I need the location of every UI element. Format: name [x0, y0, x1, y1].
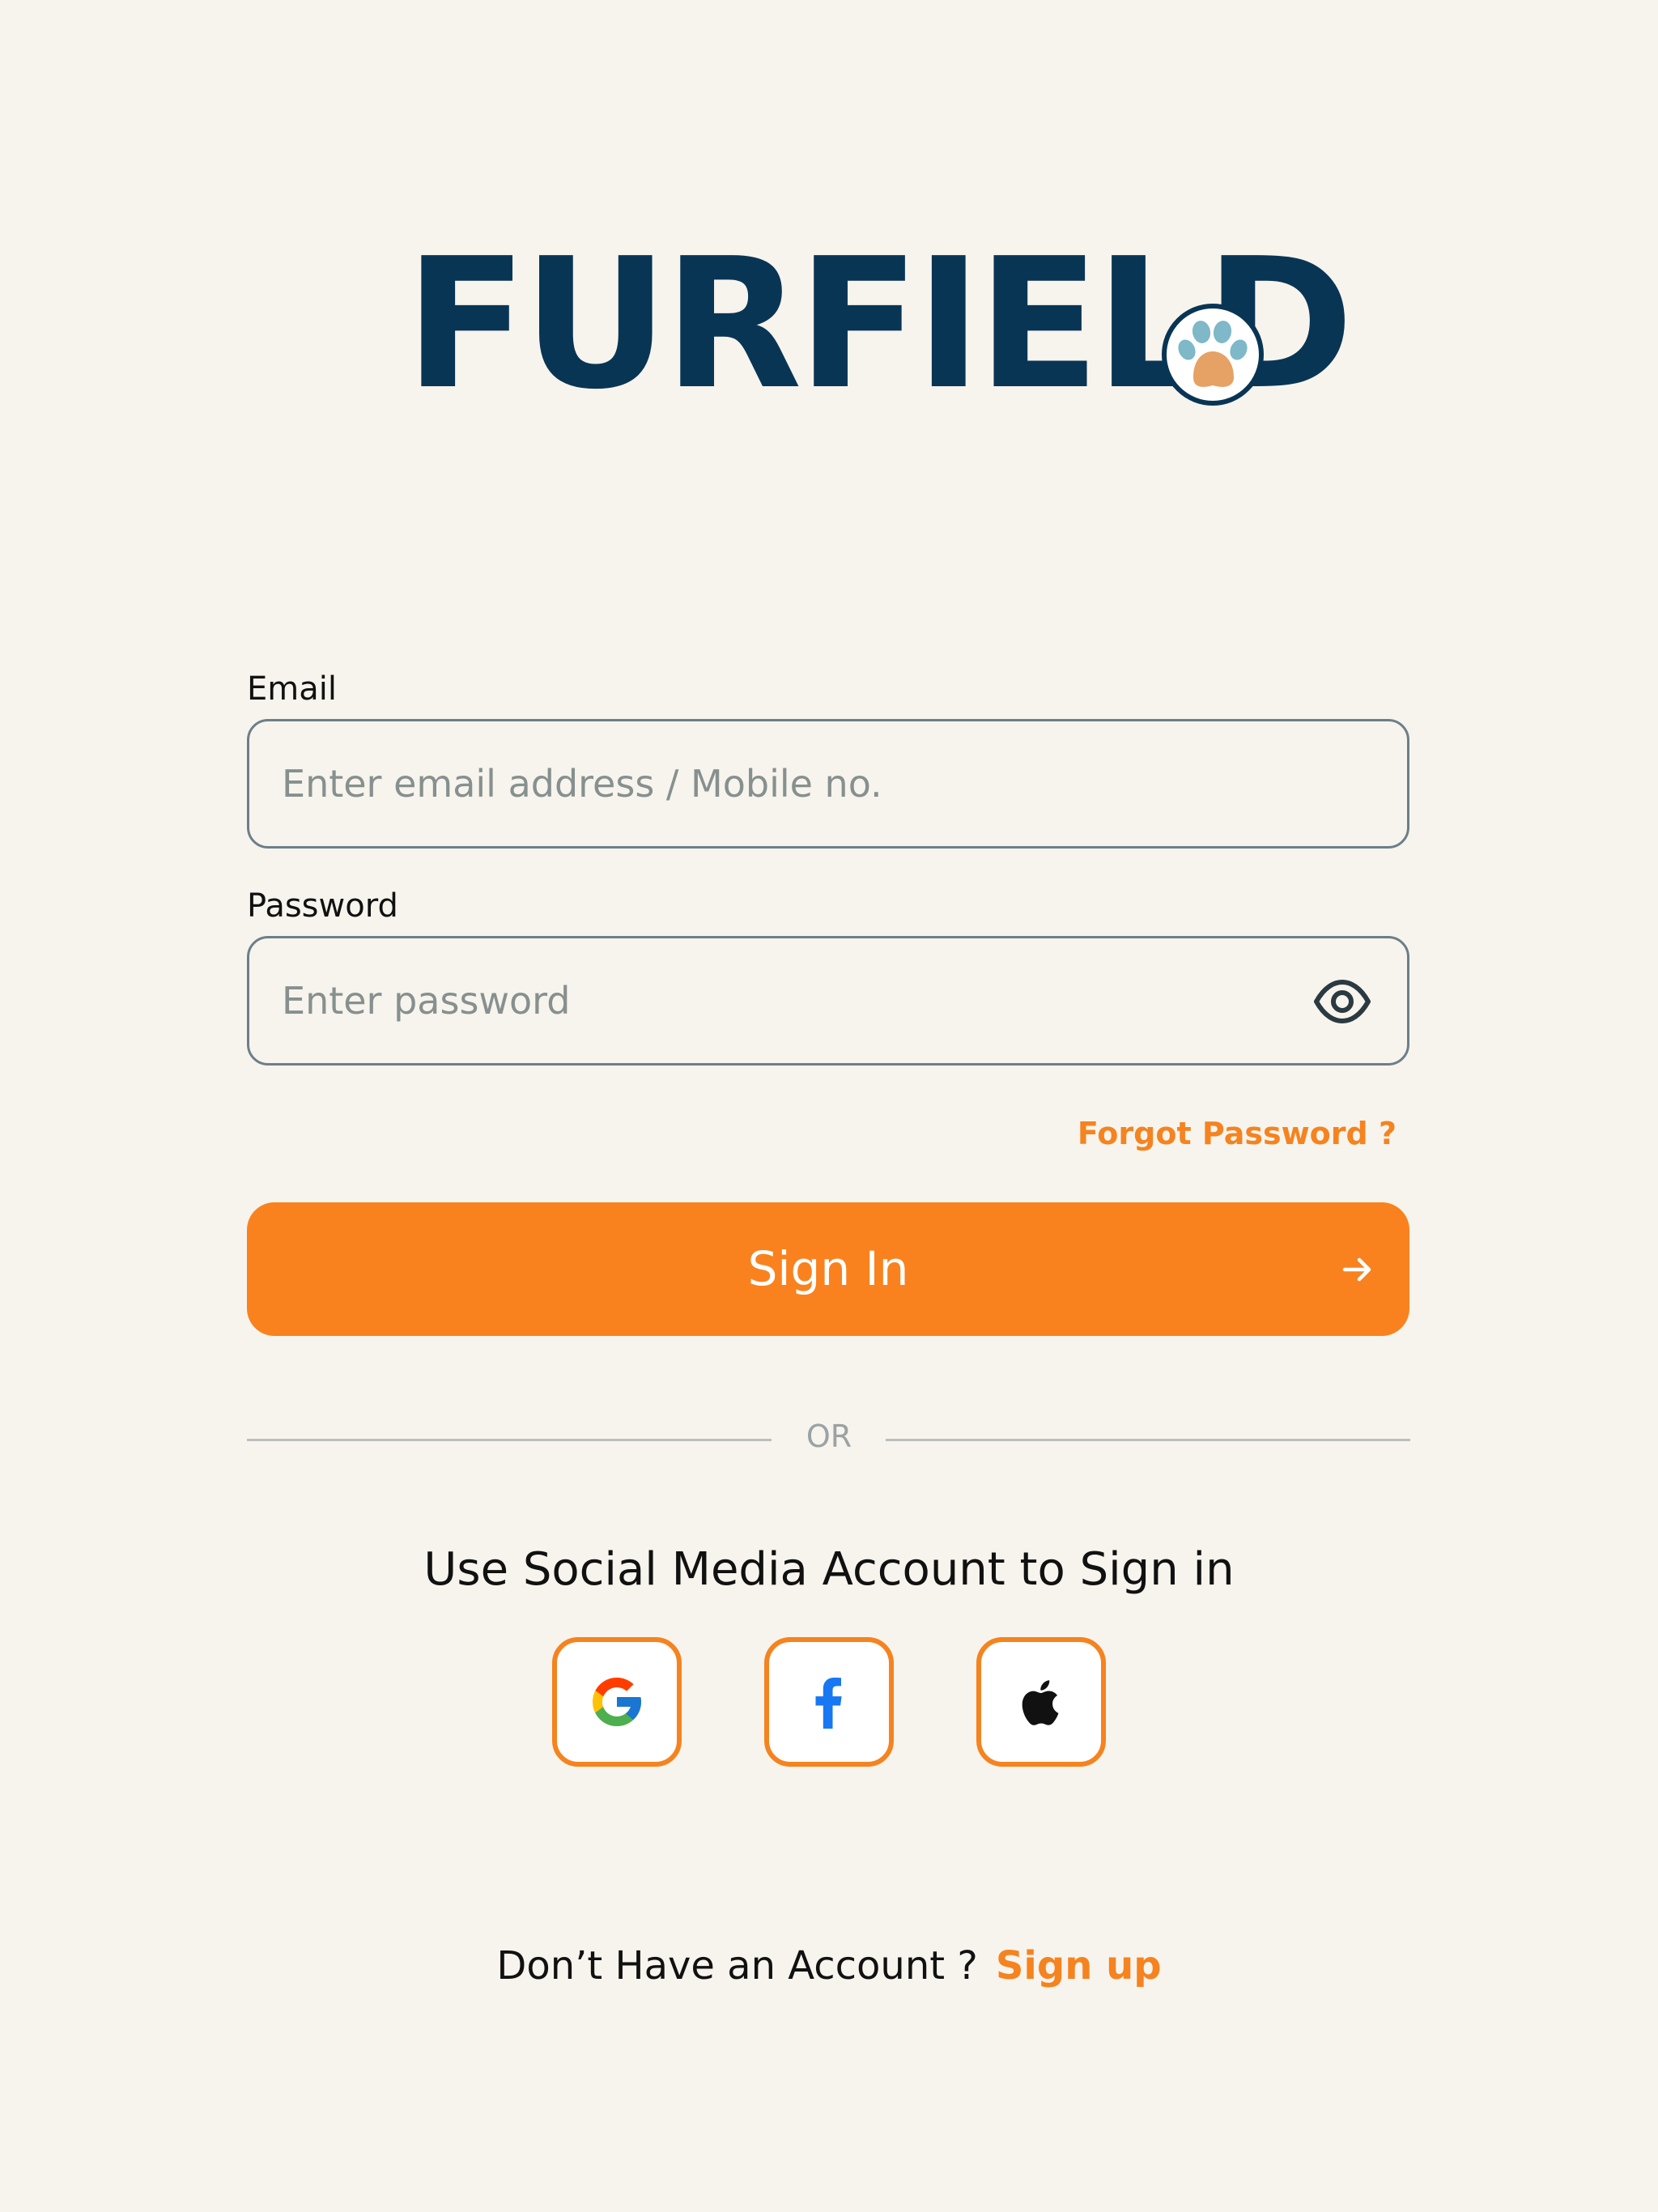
email-field-box	[247, 719, 1409, 849]
paw-icon	[1162, 304, 1264, 406]
password-field-box	[247, 936, 1409, 1066]
forgot-password-link[interactable]: Forgot Password ?	[1078, 1116, 1397, 1151]
password-label: Password	[247, 887, 398, 925]
sign-in-label: Sign In	[747, 1241, 909, 1296]
social-signin-title: Use Social Media Account to Sign in	[423, 1543, 1235, 1596]
divider-or-text: OR	[806, 1419, 852, 1454]
google-icon	[593, 1678, 641, 1726]
password-input[interactable]	[282, 938, 1253, 1063]
google-signin-button[interactable]	[552, 1637, 682, 1767]
facebook-signin-button[interactable]	[764, 1637, 894, 1767]
apple-icon	[1022, 1680, 1059, 1725]
facebook-icon	[815, 1678, 842, 1729]
email-input[interactable]	[282, 721, 1253, 846]
eye-icon[interactable]	[1313, 976, 1371, 1027]
signup-prompt-text: Don’t Have an Account ?	[496, 1943, 978, 1989]
email-label: Email	[247, 670, 337, 708]
signup-prompt-row: Don’t Have an Account ? Sign up	[0, 1943, 1658, 1989]
sign-in-button[interactable]: Sign In	[247, 1202, 1409, 1336]
sign-up-link[interactable]: Sign up	[996, 1943, 1162, 1989]
apple-signin-button[interactable]	[976, 1637, 1106, 1767]
brand-logo: FURFIELD	[0, 235, 1658, 415]
arrow-right-icon	[1342, 1257, 1371, 1282]
divider-right	[886, 1439, 1410, 1441]
